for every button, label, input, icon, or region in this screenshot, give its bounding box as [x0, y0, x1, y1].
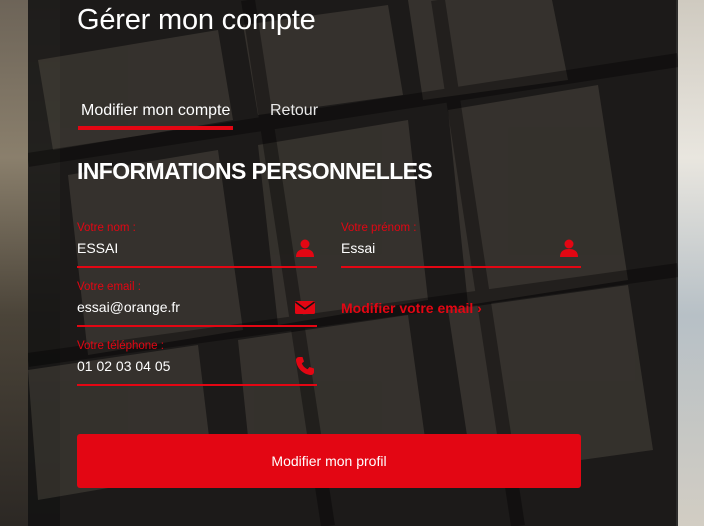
modify-email-link[interactable]: Modifier votre email › — [341, 300, 482, 316]
prenom-label: Votre prénom : — [341, 222, 417, 234]
tab-retour[interactable]: Retour — [270, 102, 318, 120]
modify-profile-button[interactable]: Modifier mon profil — [77, 434, 581, 488]
prenom-underline — [341, 266, 581, 268]
prenom-input[interactable] — [341, 238, 551, 258]
active-tab-indicator — [78, 126, 234, 130]
nom-input[interactable] — [77, 238, 287, 258]
page-title: Gérer mon compte — [77, 4, 316, 36]
nom-label: Votre nom : — [77, 222, 136, 234]
section-title: INFORMATIONS PERSONNELLES — [77, 158, 433, 184]
tab-modifier-compte[interactable]: Modifier mon compte — [78, 102, 234, 130]
user-icon — [296, 239, 314, 257]
tab-label: Modifier mon compte — [81, 102, 231, 119]
telephone-input[interactable] — [77, 356, 287, 376]
prenom-field: Votre prénom : — [341, 222, 581, 272]
email-field: Votre email : — [77, 281, 317, 331]
telephone-label: Votre téléphone : — [77, 340, 164, 352]
phone-icon — [296, 357, 314, 375]
telephone-underline — [77, 384, 317, 386]
nom-underline — [77, 266, 317, 268]
telephone-field: Votre téléphone : — [77, 340, 317, 390]
email-label: Votre email : — [77, 281, 141, 293]
email-underline — [77, 325, 317, 327]
background-photo-right — [676, 0, 704, 526]
user-icon — [560, 239, 578, 257]
nom-field: Votre nom : — [77, 222, 317, 272]
envelope-icon — [295, 301, 315, 314]
email-input[interactable] — [77, 297, 287, 317]
